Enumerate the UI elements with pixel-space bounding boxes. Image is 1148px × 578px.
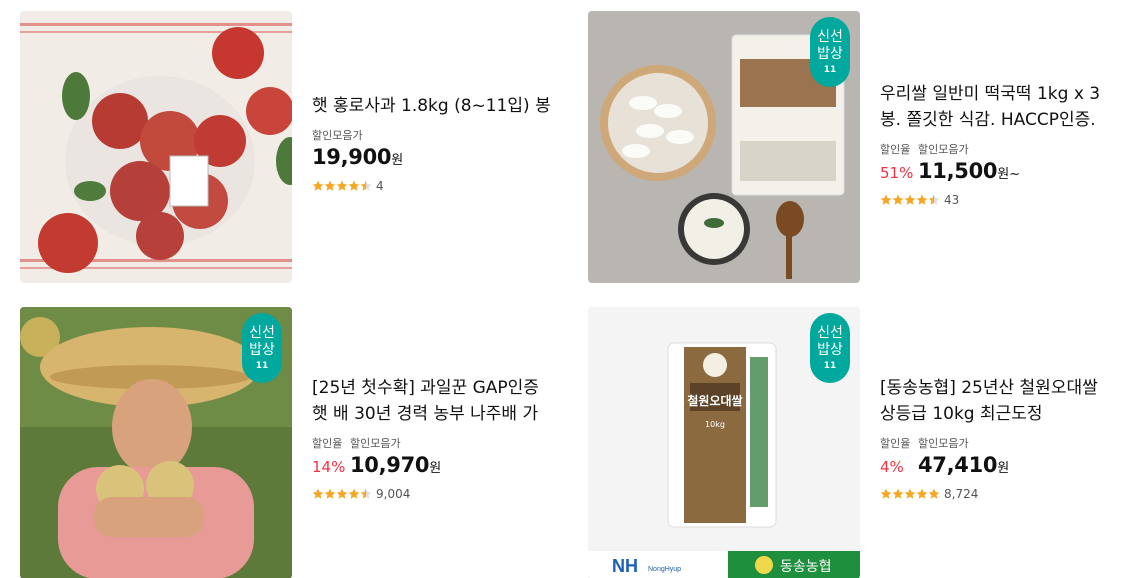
- product-title[interactable]: [25년 첫수확] 과일꾼 GAP인증 햇 배 30년 경력 농부 나주배 가: [312, 375, 562, 427]
- star-icon: [916, 194, 928, 205]
- star-icon: [324, 488, 336, 499]
- star-icon: [312, 488, 324, 499]
- fresh-table-badge: 신선 밥상 11: [810, 17, 850, 87]
- star-icon: [916, 488, 928, 499]
- price-block: 할인율 할인모음가 14% 10,970 원: [312, 437, 562, 477]
- price-block: 할인율 할인모음가 51% 11,500 원~: [880, 143, 1132, 183]
- star-icon: [928, 194, 940, 205]
- product-title[interactable]: [동송농협] 25년산 철원오대쌀 상등급 10kg 최근도정: [880, 375, 1130, 427]
- product-price: 47,410: [918, 453, 998, 477]
- product-title[interactable]: 햇 홍로사과 1.8kg (8~11입) 봉: [312, 93, 562, 119]
- rice-brand-text: 철원오대쌀: [687, 393, 742, 408]
- rating: 4: [312, 179, 562, 193]
- star-icon: [904, 194, 916, 205]
- star-icon: [324, 180, 336, 191]
- price-label: 할인모음가: [918, 437, 969, 450]
- apple-bag-photo: [20, 11, 292, 283]
- star-icon: [312, 180, 324, 191]
- star-icon: [892, 194, 904, 205]
- product-image[interactable]: [20, 11, 292, 283]
- fresh-table-badge: 신선 밥상 11: [810, 313, 850, 383]
- product-info: [25년 첫수확] 과일꾼 GAP인증 햇 배 30년 경력 농부 나주배 가 …: [312, 307, 562, 578]
- rating: 8,724: [880, 487, 1130, 501]
- product-price: 19,900: [312, 145, 392, 169]
- coop-name-text: 동송농협: [780, 559, 832, 575]
- price-unit: 원: [429, 461, 442, 476]
- star-icon: [360, 180, 372, 191]
- product-image[interactable]: 철원오대쌀 10kg NH NongHyup 동송농협 신선 밥상 11: [588, 307, 860, 578]
- star-rating: [880, 488, 940, 500]
- star-icon: [892, 488, 904, 499]
- rating: 9,004: [312, 487, 562, 501]
- star-icon: [348, 488, 360, 499]
- star-icon: [336, 488, 348, 499]
- discount-rate: 4%: [880, 458, 904, 476]
- star-icon: [904, 488, 916, 499]
- discount-rate-label: 할인율: [880, 437, 911, 450]
- discount-rate-label: 할인율: [880, 143, 911, 156]
- star-icon: [360, 488, 372, 499]
- rating: 43: [880, 193, 1132, 207]
- discount-rate-label: 할인율: [312, 437, 343, 450]
- price-unit: 원: [997, 461, 1010, 476]
- product-info: 햇 홍로사과 1.8kg (8~11입) 봉 할인모음가 19,900 원 4: [312, 11, 562, 283]
- product-card[interactable]: 햇 홍로사과 1.8kg (8~11입) 봉 할인모음가 19,900 원 4: [20, 11, 562, 283]
- product-card[interactable]: 철원오대쌀 10kg NH NongHyup 동송농협 신선 밥상 11 [동송…: [588, 307, 1130, 578]
- product-card[interactable]: 신선 밥상 11 우리쌀 일반미 떡국떡 1kg x 3 봉. 쫄깃한 식감. …: [588, 11, 1132, 283]
- discount-rate: 14%: [312, 458, 346, 476]
- product-price: 11,500: [918, 159, 998, 183]
- review-count: 9,004: [376, 487, 411, 501]
- product-info: 우리쌀 일반미 떡국떡 1kg x 3 봉. 쫄깃한 식감. HACCP인증. …: [880, 11, 1132, 283]
- price-label: 할인모음가: [312, 129, 363, 142]
- star-icon: [880, 194, 892, 205]
- price-unit: 원~: [997, 167, 1021, 182]
- price-unit: 원: [391, 153, 404, 168]
- discount-rate: 51%: [880, 164, 914, 182]
- fresh-table-badge: 신선 밥상 11: [242, 313, 282, 383]
- product-card[interactable]: 신선 밥상 11 [25년 첫수확] 과일꾼 GAP인증 햇 배 30년 경력 …: [20, 307, 562, 578]
- review-count: 8,724: [944, 487, 979, 501]
- price-block: 할인모음가 19,900 원: [312, 129, 562, 169]
- star-icon: [336, 180, 348, 191]
- star-icon: [348, 180, 360, 191]
- product-title[interactable]: 우리쌀 일반미 떡국떡 1kg x 3 봉. 쫄깃한 식감. HACCP인증.: [880, 81, 1132, 133]
- star-icon: [880, 488, 892, 499]
- price-label: 할인모음가: [350, 437, 401, 450]
- product-info: [동송농협] 25년산 철원오대쌀 상등급 10kg 최근도정 할인율 할인모음…: [880, 307, 1130, 578]
- product-price: 10,970: [350, 453, 430, 477]
- product-image[interactable]: 신선 밥상 11: [588, 11, 860, 283]
- price-block: 할인율 할인모음가 4% 47,410 원: [880, 437, 1130, 477]
- star-icon: [928, 488, 940, 499]
- star-rating: [312, 180, 372, 192]
- review-count: 4: [376, 179, 384, 193]
- rice-weight-text: 10kg: [705, 420, 725, 429]
- review-count: 43: [944, 193, 960, 207]
- star-rating: [312, 488, 372, 500]
- star-rating: [880, 194, 940, 206]
- price-label: 할인모음가: [918, 143, 969, 156]
- product-grid: 햇 홍로사과 1.8kg (8~11입) 봉 할인모음가 19,900 원 4: [0, 0, 1148, 578]
- product-image[interactable]: 신선 밥상 11: [20, 307, 292, 578]
- nh-logo-text: NH: [612, 556, 638, 576]
- nh-sub-text: NongHyup: [648, 566, 681, 573]
